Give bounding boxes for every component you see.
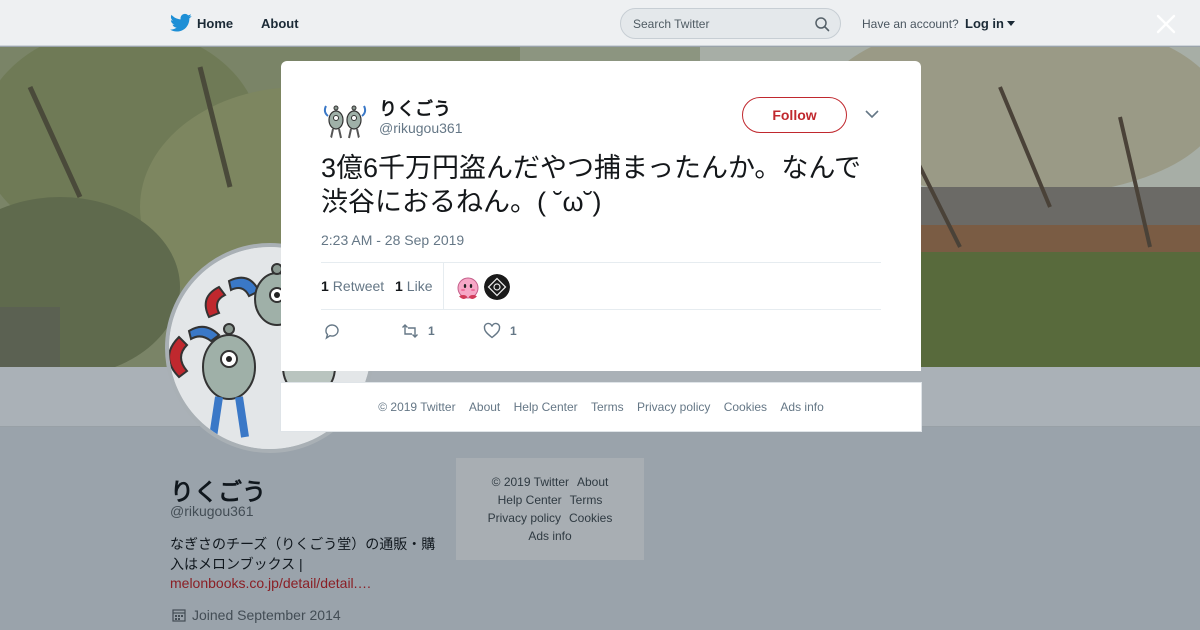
login-link[interactable]: Log in (965, 16, 1004, 31)
tweet-text: 3億6千万円盗んだやつ捕まったんか。なんで渋谷におるねん。( ˘ω˘) (321, 153, 862, 217)
footer-terms-link[interactable]: Terms (591, 400, 624, 414)
retweet-stat[interactable]: 1 Retweet (321, 278, 384, 294)
side-footer: © 2019 Twitter About Help Center Terms Pri… (456, 458, 644, 560)
reply-icon (325, 324, 339, 340)
tweet-stats: 1 Retweet 1 Like (321, 262, 881, 310)
footer-copyright: © 2019 Twitter (378, 400, 456, 414)
retweet-count: 1 (321, 278, 329, 294)
tweet-timestamp[interactable]: 2:23 AM - 28 Sep 2019 (321, 232, 464, 248)
like-button[interactable]: 1 (483, 321, 517, 341)
liker-avatar-dark-emblem (484, 274, 510, 300)
reply-button[interactable] (323, 321, 341, 341)
liker-avatar[interactable] (455, 274, 481, 300)
retweet-button[interactable]: 1 (401, 321, 435, 341)
footer-about-link[interactable]: About (469, 400, 500, 414)
stats-divider (443, 263, 444, 309)
chevron-down-icon[interactable] (865, 109, 879, 119)
tweet-author-handle[interactable]: @rikugou361 (379, 120, 463, 136)
search-icon[interactable] (814, 16, 830, 32)
side-footer-ads[interactable]: Ads info (528, 529, 571, 543)
footer-ads-info-link[interactable]: Ads info (780, 400, 823, 414)
footer-cookies-link[interactable]: Cookies (724, 400, 767, 414)
side-footer-cookies[interactable]: Cookies (569, 511, 612, 525)
twitter-bird-icon[interactable] (170, 13, 192, 33)
retweet-stat-label: Retweet (332, 278, 385, 294)
footer-privacy-link[interactable]: Privacy policy (637, 400, 710, 414)
retweet-icon (402, 324, 418, 338)
modal-footer: © 2019 Twitter About Help Center Terms P… (280, 382, 922, 432)
like-action-count: 1 (510, 324, 517, 338)
author-avatar-illustration (321, 94, 369, 142)
profile-name: りくごう (170, 479, 266, 506)
side-footer-about[interactable]: About (577, 475, 608, 489)
like-stat[interactable]: 1 Like (395, 278, 432, 294)
profile-link[interactable]: melonbooks.co.jp/detail/detail.… (170, 575, 372, 591)
tweet-permalink-modal: りくごう @rikugou361 Follow 3億6千万円盗んだやつ捕まったん… (281, 61, 921, 371)
footer-help-center-link[interactable]: Help Center (514, 400, 578, 414)
tweet-author-avatar[interactable] (321, 94, 369, 142)
side-footer-help[interactable]: Help Center (498, 493, 562, 507)
nav-home-link[interactable]: Home (197, 16, 233, 31)
like-count: 1 (395, 278, 403, 294)
like-stat-label: Like (406, 278, 433, 294)
search-input[interactable] (633, 15, 803, 33)
heart-icon (483, 322, 501, 339)
joined-text: Joined September 2014 (192, 607, 341, 623)
profile-joined-date: Joined September 2014 (170, 607, 341, 623)
liker-avatar-pink-creature (455, 274, 481, 300)
close-icon[interactable] (1155, 13, 1177, 35)
side-footer-terms[interactable]: Terms (570, 493, 603, 507)
side-footer-copyright: © 2019 Twitter (491, 475, 569, 489)
nav-about-link[interactable]: About (261, 16, 299, 31)
top-navigation-bar: Home About Have an account? Log in (0, 0, 1200, 46)
have-account-text: Have an account? (862, 17, 959, 31)
liker-avatar[interactable] (484, 274, 510, 300)
retweet-action-count: 1 (428, 324, 435, 338)
tweet-actions: 1 1 (321, 321, 881, 345)
profile-bio: なぎさのチーズ（りくごう堂）の通販・購入はメロンブックス | (170, 536, 436, 572)
search-box[interactable] (620, 8, 841, 39)
follow-button[interactable]: Follow (742, 97, 847, 133)
profile-handle[interactable]: @rikugou361 (170, 503, 254, 519)
side-footer-privacy[interactable]: Privacy policy (488, 511, 561, 525)
tweet-author-name[interactable]: りくごう (379, 95, 451, 121)
chevron-down-icon[interactable] (1007, 21, 1015, 26)
